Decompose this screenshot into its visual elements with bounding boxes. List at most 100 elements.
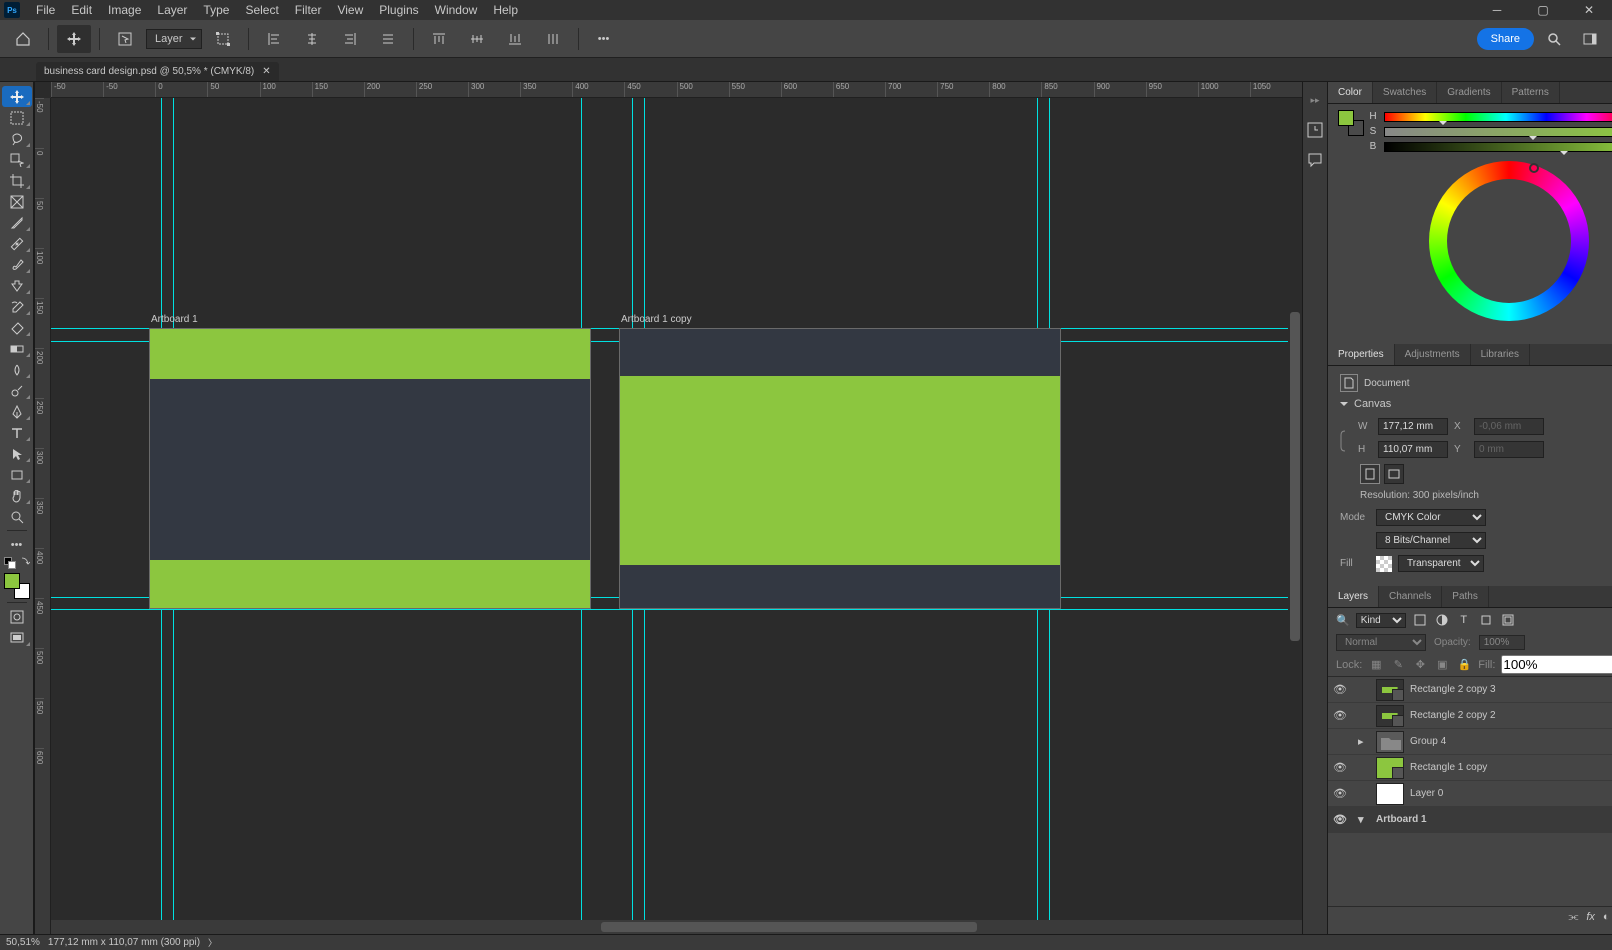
color-expand-icon[interactable]: ⛶ <box>1338 325 1612 338</box>
document-tab[interactable]: business card design.psd @ 50,5% * (CMYK… <box>36 62 279 81</box>
crop-tool[interactable] <box>2 170 32 191</box>
tab-gradients[interactable]: Gradients <box>1437 82 1501 103</box>
hue-slider[interactable] <box>1384 112 1612 122</box>
tab-patterns[interactable]: Patterns <box>1502 82 1560 103</box>
align-top-icon[interactable] <box>422 25 456 53</box>
frame-tool[interactable] <box>2 191 32 212</box>
lasso-tool[interactable] <box>2 128 32 149</box>
home-icon[interactable] <box>6 25 40 53</box>
menu-view[interactable]: View <box>329 0 371 20</box>
rectangle-tool[interactable] <box>2 464 32 485</box>
layer-thumbnail[interactable] <box>1376 679 1404 701</box>
hue-wheel[interactable] <box>1429 161 1589 321</box>
canvas-section-header[interactable]: Canvas <box>1340 398 1612 410</box>
ruler-horizontal[interactable]: -50-500501001502002503003504004505005506… <box>51 82 1302 98</box>
menu-filter[interactable]: Filter <box>287 0 330 20</box>
lock-position-icon[interactable]: ✥ <box>1412 657 1428 673</box>
rectangle-shape[interactable] <box>150 329 590 379</box>
window-close-icon[interactable]: ✕ <box>1566 0 1612 20</box>
visibility-toggle-icon[interactable]: 👁 <box>1328 813 1352 826</box>
marquee-tool[interactable] <box>2 107 32 128</box>
selection-tool[interactable] <box>2 149 32 170</box>
visibility-toggle-icon[interactable]: 👁 <box>1328 761 1352 774</box>
disclosure-triangle-icon[interactable]: ▾ <box>1358 813 1370 826</box>
tab-libraries[interactable]: Libraries <box>1471 344 1530 365</box>
lock-pixels-icon[interactable]: ✎ <box>1390 657 1406 673</box>
filter-shape-icon[interactable] <box>1478 612 1494 628</box>
auto-select-icon[interactable] <box>108 25 142 53</box>
filter-adjust-icon[interactable] <box>1434 612 1450 628</box>
layer-row[interactable]: 👁 Rectangle 2 copy 3 <box>1328 677 1612 703</box>
clone-tool[interactable] <box>2 275 32 296</box>
comments-panel-icon[interactable] <box>1303 148 1327 172</box>
layer-mask-icon[interactable]: ◐ <box>1603 911 1610 930</box>
eraser-tool[interactable] <box>2 317 32 338</box>
layer-thumbnail[interactable] <box>1376 757 1404 779</box>
healing-tool[interactable] <box>2 233 32 254</box>
rectangle-shape[interactable] <box>150 560 590 608</box>
link-wh-icon[interactable] <box>1340 429 1354 453</box>
align-vcenter-icon[interactable] <box>460 25 494 53</box>
move-tool-icon[interactable] <box>57 25 91 53</box>
menu-file[interactable]: File <box>28 0 63 20</box>
tab-swatches[interactable]: Swatches <box>1373 82 1437 103</box>
transform-controls-icon[interactable] <box>206 25 240 53</box>
filter-kind-select[interactable]: Kind <box>1356 613 1406 628</box>
document-dimensions[interactable]: 177,12 mm x 110,07 mm (300 ppi) <box>48 937 200 948</box>
scrollbar-vertical[interactable] <box>1288 98 1302 920</box>
close-tab-icon[interactable]: ✕ <box>262 66 270 77</box>
menu-help[interactable]: Help <box>485 0 526 20</box>
artboard-1[interactable] <box>149 328 591 609</box>
path-selection-tool[interactable] <box>2 443 32 464</box>
filter-pixel-icon[interactable] <box>1412 612 1428 628</box>
ruler-vertical[interactable]: -50050100150200250300350400450500550600 <box>35 98 51 934</box>
pen-tool[interactable] <box>2 401 32 422</box>
group-thumbnail[interactable] <box>1376 731 1404 753</box>
artboard-1-copy[interactable] <box>619 328 1061 609</box>
align-left-icon[interactable] <box>257 25 291 53</box>
move-tool[interactable] <box>2 86 32 107</box>
menu-type[interactable]: Type <box>195 0 237 20</box>
orientation-landscape-icon[interactable] <box>1384 464 1404 484</box>
color-mode-select[interactable]: CMYK Color <box>1376 509 1486 526</box>
search-icon[interactable] <box>1538 25 1570 53</box>
scrollbar-horizontal[interactable] <box>51 920 1302 934</box>
align-hcenter-icon[interactable] <box>295 25 329 53</box>
lock-artboard-icon[interactable]: ▣ <box>1434 657 1450 673</box>
layer-row[interactable]: 👁 Rectangle 2 copy 2 <box>1328 703 1612 729</box>
tab-channels[interactable]: Channels <box>1379 586 1442 607</box>
filter-smart-icon[interactable] <box>1500 612 1516 628</box>
artboard-label[interactable]: Artboard 1 <box>151 314 198 325</box>
canvas-area[interactable]: -50-500501001502002503003504004505005506… <box>34 82 1302 934</box>
distribute-v-icon[interactable] <box>536 25 570 53</box>
layer-row-artboard[interactable]: 👁 ▾ Artboard 1 <box>1328 807 1612 833</box>
default-colors-icon[interactable] <box>4 557 30 569</box>
menu-layer[interactable]: Layer <box>149 0 195 20</box>
visibility-toggle-icon[interactable]: 👁 <box>1328 683 1352 696</box>
bits-select[interactable]: 8 Bits/Channel <box>1376 532 1486 549</box>
disclosure-triangle-icon[interactable]: ▸ <box>1358 735 1370 748</box>
hue-marker[interactable] <box>1529 163 1539 173</box>
window-maximize-icon[interactable]: ▢ <box>1520 0 1566 20</box>
width-input[interactable] <box>1378 418 1448 435</box>
tab-adjustments[interactable]: Adjustments <box>1395 344 1471 365</box>
tab-layers[interactable]: Layers <box>1328 586 1379 607</box>
lock-transparent-icon[interactable]: ▦ <box>1368 657 1384 673</box>
align-right-icon[interactable] <box>333 25 367 53</box>
visibility-toggle-icon[interactable]: 👁 <box>1328 709 1352 722</box>
y-input[interactable] <box>1474 441 1544 458</box>
tab-properties[interactable]: Properties <box>1328 344 1395 365</box>
layer-row[interactable]: 👁 Rectangle 1 copy <box>1328 755 1612 781</box>
menu-edit[interactable]: Edit <box>63 0 100 20</box>
layer-style-icon[interactable]: fx <box>1586 911 1595 930</box>
more-options-icon[interactable]: ••• <box>587 25 621 53</box>
menu-window[interactable]: Window <box>427 0 486 20</box>
blur-tool[interactable] <box>2 359 32 380</box>
workspace-switcher-icon[interactable] <box>1574 25 1606 53</box>
fg-bg-colors[interactable] <box>4 573 30 599</box>
layer-row[interactable]: 👁 Layer 0 <box>1328 781 1612 807</box>
edit-toolbar-icon[interactable]: ••• <box>2 534 32 555</box>
eyedropper-tool[interactable] <box>2 212 32 233</box>
hand-tool[interactable] <box>2 485 32 506</box>
bri-slider[interactable] <box>1384 142 1612 152</box>
